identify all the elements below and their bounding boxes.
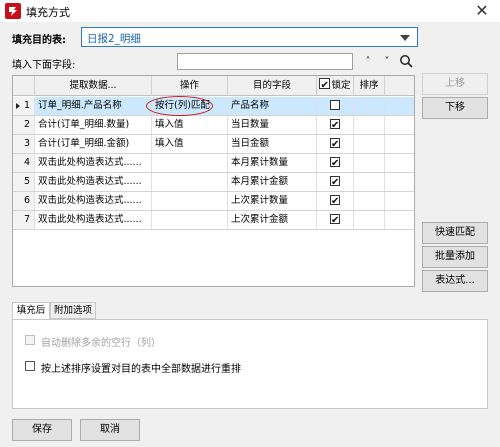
lock-cell (317, 211, 354, 229)
lock-checkbox[interactable] (330, 174, 340, 191)
sort-cell[interactable] (354, 211, 385, 229)
lock-cell (317, 116, 354, 134)
operation-cell[interactable] (152, 192, 228, 210)
sort-cell[interactable] (354, 192, 385, 210)
target-field-cell[interactable]: 上次累计金额 (228, 211, 317, 229)
lock-checkbox[interactable] (330, 117, 340, 134)
column-header-source[interactable]: 提取数据... (35, 76, 152, 96)
source-cell[interactable]: 双击此处构造表达式...... (35, 211, 152, 229)
current-row-indicator-icon (16, 103, 20, 109)
operation-cell[interactable]: 填入值 (152, 135, 228, 153)
lock-checkbox[interactable] (330, 136, 340, 153)
lock-checkbox[interactable] (330, 100, 340, 110)
target-field-cell[interactable]: 本月累计数量 (228, 154, 317, 172)
lock-checkbox[interactable] (330, 193, 340, 210)
column-header-lock[interactable]: 锁定 (317, 76, 354, 96)
source-cell[interactable]: 订单_明细.产品名称 (35, 97, 152, 115)
column-header-filler (385, 76, 414, 96)
row-header-corner (13, 76, 35, 96)
sort-cell[interactable] (354, 135, 385, 153)
search-icon[interactable] (398, 54, 414, 70)
column-header-target[interactable]: 目的字段 (228, 76, 317, 96)
sort-cell[interactable] (354, 97, 385, 115)
target-field-cell[interactable]: 上次累计数量 (228, 192, 317, 210)
source-cell[interactable]: 双击此处构造表达式...... (35, 154, 152, 172)
resort-label: 按上述排序设置对目的表中全部数据进行重排 (41, 364, 241, 375)
tab-extra-options[interactable]: 附加选项 (50, 302, 96, 319)
operation-cell[interactable] (152, 173, 228, 191)
sort-cell[interactable] (354, 116, 385, 134)
operation-cell[interactable]: 填入值 (152, 116, 228, 134)
move-down-button[interactable]: 下移 (422, 97, 488, 119)
table-row[interactable]: 5 双击此处构造表达式...... 本月累计金额 (13, 173, 414, 192)
target-table-value: 日报2_明细 (87, 33, 141, 45)
table-row[interactable]: 1 订单_明细.产品名称 按行(列)匹配 产品名称 (13, 97, 414, 116)
close-icon[interactable]: ✕ (464, 0, 500, 22)
sort-cell[interactable] (354, 154, 385, 172)
lock-cell (317, 173, 354, 191)
row-number-cell[interactable]: 2 (13, 116, 35, 134)
row-number-cell[interactable]: 6 (13, 192, 35, 210)
table-row[interactable]: 2 合计(订单_明细.数量) 填入值 当日数量 (13, 116, 414, 135)
field-search-input[interactable] (177, 53, 353, 70)
table-row[interactable]: 4 双击此处构造表达式...... 本月累计数量 (13, 154, 414, 173)
field-mapping-grid: 提取数据... 操作 目的字段 锁定 排序 1订单_明细.产品名称按行(列)匹配… (12, 75, 415, 287)
row-number-cell[interactable]: 4 (13, 154, 35, 172)
operation-cell[interactable] (152, 211, 228, 229)
column-header-operation[interactable]: 操作 (152, 76, 228, 96)
lock-checkbox[interactable] (330, 212, 340, 229)
sort-cell[interactable] (354, 173, 385, 191)
field-search-label: 填入下面字段: (12, 60, 76, 71)
chevron-down-icon (400, 35, 410, 41)
move-up-button[interactable]: 上移 (422, 73, 488, 95)
target-table-label: 填充目的表: (12, 35, 66, 46)
lock-checkbox[interactable] (330, 155, 340, 172)
lock-all-checkbox[interactable] (319, 76, 331, 96)
target-field-cell[interactable]: 当日金额 (228, 135, 317, 153)
target-table-dropdown[interactable]: 日报2_明细 (81, 27, 418, 47)
row-number-cell[interactable]: 5 (13, 173, 35, 191)
source-cell[interactable]: 双击此处构造表达式...... (35, 173, 152, 191)
source-cell[interactable]: 合计(订单_明细.金额) (35, 135, 152, 153)
table-row[interactable]: 6 双击此处构造表达式...... 上次累计数量 (13, 192, 414, 211)
window-title: 填充方式 (26, 6, 70, 19)
resort-checkbox[interactable] (25, 361, 35, 371)
next-match-icon[interactable]: ˅ (379, 54, 395, 70)
lock-cell (317, 154, 354, 172)
delete-empty-rows-label: 自动删除多余的空行（列） (41, 338, 161, 349)
column-header-lock-label: 锁定 (331, 80, 351, 91)
app-logo-icon (5, 3, 21, 19)
lock-cell (317, 135, 354, 153)
batch-add-button[interactable]: 批量添加 (422, 246, 488, 268)
quick-match-button[interactable]: 快速匹配 (422, 222, 488, 244)
operation-cell[interactable] (152, 154, 228, 172)
expression-button[interactable]: 表达式... (422, 270, 488, 292)
source-cell[interactable]: 双击此处构造表达式...... (35, 192, 152, 210)
table-row[interactable]: 3 合计(订单_明细.金额) 填入值 当日金额 (13, 135, 414, 154)
target-field-cell[interactable]: 本月累计金额 (228, 173, 317, 191)
target-field-cell[interactable]: 产品名称 (228, 97, 317, 115)
table-row[interactable]: 7 双击此处构造表达式...... 上次累计金额 (13, 211, 414, 230)
column-header-sort[interactable]: 排序 (354, 76, 385, 96)
source-cell[interactable]: 合计(订单_明细.数量) (35, 116, 152, 134)
lock-cell (317, 192, 354, 210)
lock-cell (317, 97, 354, 115)
annotation-circle (146, 96, 213, 116)
tab-after-fill[interactable]: 填充后 (12, 302, 50, 320)
target-field-cell[interactable]: 当日数量 (228, 116, 317, 134)
cancel-button[interactable]: 取消 (80, 419, 140, 441)
delete-empty-rows-checkbox[interactable] (25, 335, 35, 345)
previous-match-icon[interactable]: ˄ (360, 54, 376, 70)
title-bar: 填充方式 ✕ (0, 0, 500, 22)
row-number-cell[interactable]: 3 (13, 135, 35, 153)
save-button[interactable]: 保存 (12, 419, 72, 441)
row-number-cell[interactable]: 7 (13, 211, 35, 229)
